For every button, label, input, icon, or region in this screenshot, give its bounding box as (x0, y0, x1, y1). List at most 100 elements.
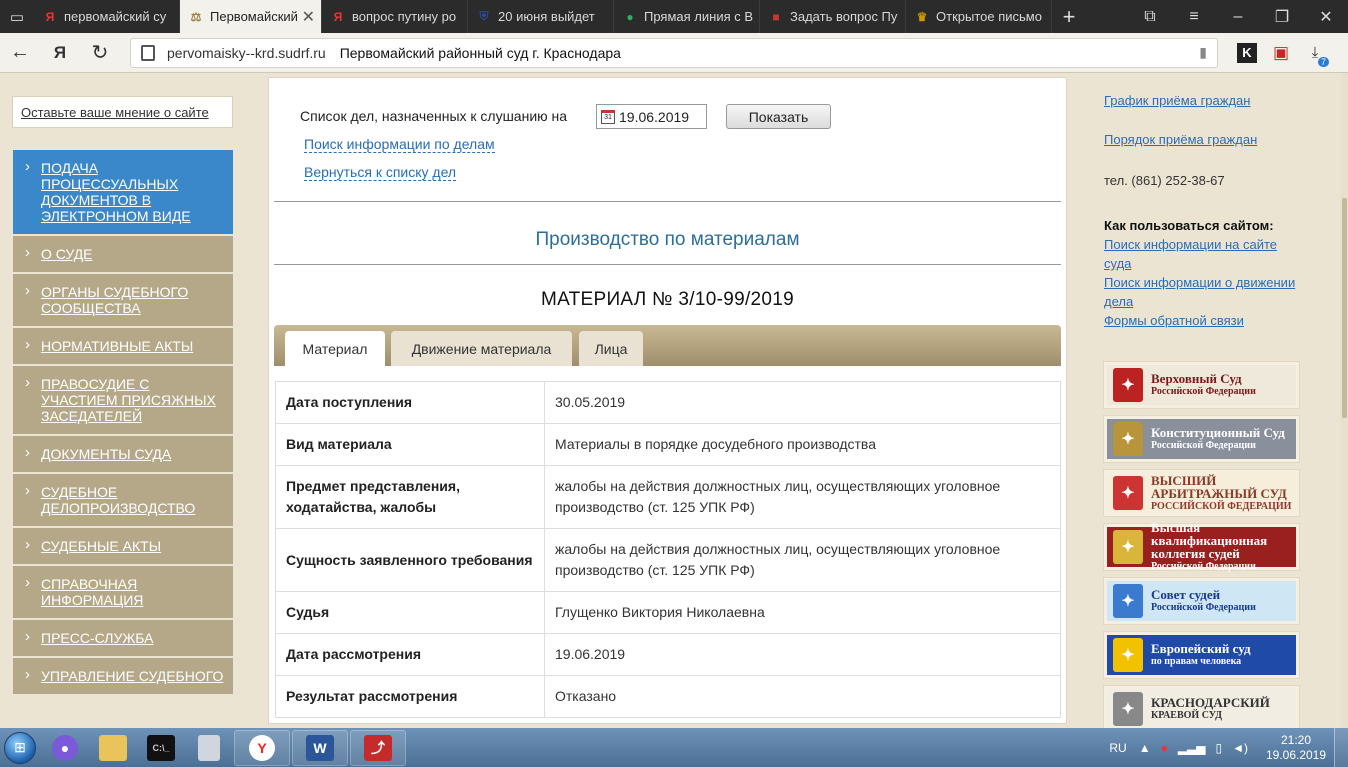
yandex-logo-icon[interactable]: Я (40, 33, 80, 73)
banner-subtitle: Российской Федерации (1151, 561, 1256, 572)
material-tabs: Материал Движение материала Лица (274, 325, 1061, 366)
restore-button[interactable]: ❐ (1260, 0, 1304, 33)
table-row: Дата рассмотрения 19.06.2019 (275, 633, 1061, 676)
court-banner-link[interactable]: ✦ ВЫСШИЙ АРБИТРАЖНЫЙ СУД РОССИЙСКОЙ ФЕДЕРА… (1103, 469, 1300, 517)
sidebar-menu-item[interactable]: Пресс-служба (13, 620, 233, 658)
taskbar-word[interactable]: W (292, 729, 348, 766)
court-banner-link[interactable]: ✦ КРАСНОДАРСКИЙ КРАЕВОЙ СУД (1103, 685, 1300, 728)
reception-schedule-link[interactable]: График приёма граждан (1104, 91, 1250, 110)
language-indicator[interactable]: RU (1109, 741, 1126, 755)
banner-subtitle: Российской Федерации (1151, 440, 1256, 451)
calendar-icon[interactable]: 31 (601, 109, 615, 124)
site-search-help-link[interactable]: Поиск информации на сайте суда (1104, 235, 1304, 273)
tab-material-movement[interactable]: Движение материала (391, 331, 572, 366)
row-label: Судья (275, 591, 545, 634)
reception-order-link[interactable]: Порядок приёма граждан (1104, 130, 1257, 149)
browser-tab[interactable]: Япервомайский су (34, 0, 180, 33)
browser-tab[interactable]: ● Прямая линия с В (614, 0, 760, 33)
taskbar-calculator[interactable] (186, 730, 232, 766)
emblem-icon: ✦ (1113, 368, 1143, 402)
case-search-link[interactable]: Поиск информации по делам (304, 136, 495, 153)
browser-tab[interactable]: ♛ Открытое письмо (906, 0, 1052, 33)
banner-title: Конституционный Суд (1151, 425, 1285, 440)
taskbar-voice-assistant[interactable]: ● (42, 730, 88, 766)
tab-material[interactable]: Материал (285, 331, 385, 366)
browser-tab[interactable]: ⚖ Первомайский ✕ (180, 0, 322, 33)
browser-tab-bar: ▭ Япервомайский су ⚖ Первомайский ✕ Явопрос … (0, 0, 1348, 33)
sidebar-menu-item[interactable]: Судебное делопроизводство (13, 474, 233, 528)
sidebar-menu-item[interactable]: Органы судебного сообщества (13, 274, 233, 328)
taskbar-explorer[interactable] (90, 730, 136, 766)
menu-icon[interactable]: ≡ (1172, 0, 1216, 33)
banner-subtitle: по правам человека (1151, 656, 1242, 667)
back-to-list-link[interactable]: Вернуться к списку дел (304, 164, 457, 181)
hearing-list-label: Список дел, назначенных к слушанию на (300, 108, 568, 124)
banner-title: Верховный Суд (1151, 371, 1242, 386)
court-banner-link[interactable]: ✦ Совет судей Российской Федерации (1103, 577, 1300, 625)
collections-icon[interactable]: ⧉ (1128, 0, 1172, 33)
downloads-icon[interactable]: ⤓ 7 (1298, 33, 1332, 73)
opinion-link[interactable]: Оставьте ваше мнение о сайте (12, 96, 233, 128)
row-value: жалобы на действия должностных лиц, осущ… (544, 465, 1061, 529)
close-tab-icon[interactable]: ✕ (302, 7, 315, 27)
system-tray: RU ▲ ● ▂▃▅ ▯ ◄) 21:20 19.06.2019 (1109, 728, 1348, 767)
case-movement-help-link[interactable]: Поиск информации о движении дела (1104, 273, 1309, 311)
show-button[interactable]: Показать (726, 104, 831, 129)
court-banner-link[interactable]: ✦ Конституционный Суд Российской Федерации (1103, 415, 1300, 463)
antivirus-tray-icon[interactable]: ● (1161, 741, 1168, 755)
close-window-button[interactable]: ✕ (1304, 0, 1348, 33)
pdf-extension-icon[interactable]: ▣ (1264, 33, 1298, 73)
court-banner-link[interactable]: ✦ Европейский суд по правам человека (1103, 631, 1300, 679)
clock-date: 19.06.2019 (1265, 747, 1327, 762)
sidebar-menu-item[interactable]: Правосудие с участием присяжных заседате… (13, 366, 233, 436)
reload-button[interactable]: ↻ (80, 33, 120, 73)
start-button[interactable]: ⊞ (0, 728, 40, 767)
court-banner-link[interactable]: ✦ Высшая квалификационная коллегия судей Р… (1103, 521, 1300, 572)
sidebar-menu-item[interactable]: Управление судебного (13, 658, 233, 696)
back-button[interactable]: ← (0, 33, 40, 73)
lock-icon[interactable] (141, 44, 155, 61)
banner-subtitle: Российской Федерации (1151, 386, 1256, 397)
network-icon[interactable]: ▂▃▅ (1178, 741, 1206, 755)
sidebar-menu-item[interactable]: Подача процессуальных документов в элект… (13, 150, 233, 236)
taskbar-cmd[interactable]: C:\_ (138, 730, 184, 766)
taskbar-yandex-browser[interactable]: Y (234, 729, 290, 766)
tab-title: первомайский су (64, 9, 167, 24)
taskbar-pdf-app[interactable]: ⤴ (350, 729, 406, 766)
browser-tab[interactable]: ■ Задать вопрос Пу (760, 0, 906, 33)
tab-persons[interactable]: Лица (579, 331, 643, 366)
scrollbar-thumb[interactable] (1342, 198, 1347, 418)
sidebar-menu-item[interactable]: Судебные акты (13, 528, 233, 566)
banner-text: Европейский суд по правам человека (1151, 642, 1296, 668)
sidebar-menu-item[interactable]: О суде (13, 236, 233, 274)
feedback-forms-link[interactable]: Формы обратной связи (1104, 311, 1244, 330)
show-desktop-button[interactable] (1334, 728, 1348, 767)
web-page: Оставьте ваше мнение о сайте Подача проц… (0, 73, 1348, 728)
kaspersky-extension-icon[interactable]: K (1230, 33, 1264, 73)
sidebar-menu-item[interactable]: Документы суда (13, 436, 233, 474)
tray-expand-icon[interactable]: ▲ (1139, 741, 1151, 755)
row-value: Материалы в порядке досудебного производ… (544, 423, 1061, 466)
new-tab-button[interactable]: + (1052, 0, 1086, 33)
table-row: Результат рассмотрения Отказано (275, 675, 1061, 718)
sidebar-menu-item[interactable]: Нормативные акты (13, 328, 233, 366)
power-icon[interactable]: ▯ (1216, 741, 1223, 755)
court-banner-link[interactable]: ✦ Верховный Суд Российской Федерации (1103, 361, 1300, 409)
tab-favicon-icon: Я (45, 9, 55, 24)
volume-icon[interactable]: ◄) (1232, 741, 1248, 755)
hearing-date-input[interactable]: 31 19.06.2019 (596, 104, 707, 129)
bookmark-icon[interactable]: ▮ (1199, 44, 1207, 61)
tabs-overview-icon[interactable]: ▭ (0, 0, 34, 33)
sidebar-menu-label: Органы судебного сообщества (41, 284, 189, 316)
page-scrollbar[interactable] (1341, 73, 1348, 728)
banner-title: Совет судей (1151, 587, 1221, 602)
address-bar-row: ← Я ↻ pervomaisky--krd.sudrf.ru Первомай… (0, 33, 1348, 73)
row-value: 30.05.2019 (544, 381, 1061, 424)
browser-tab[interactable]: ⛨ 20 июня выйдет (468, 0, 614, 33)
minimize-button[interactable]: – (1216, 0, 1260, 33)
address-field[interactable]: pervomaisky--krd.sudrf.ru Первомайский р… (130, 37, 1218, 68)
clock[interactable]: 21:20 19.06.2019 (1258, 733, 1334, 763)
browser-tab[interactable]: Явопрос путину ро (322, 0, 468, 33)
section-title: Производство по материалам (535, 229, 800, 250)
sidebar-menu-item[interactable]: Справочная информация (13, 566, 233, 620)
